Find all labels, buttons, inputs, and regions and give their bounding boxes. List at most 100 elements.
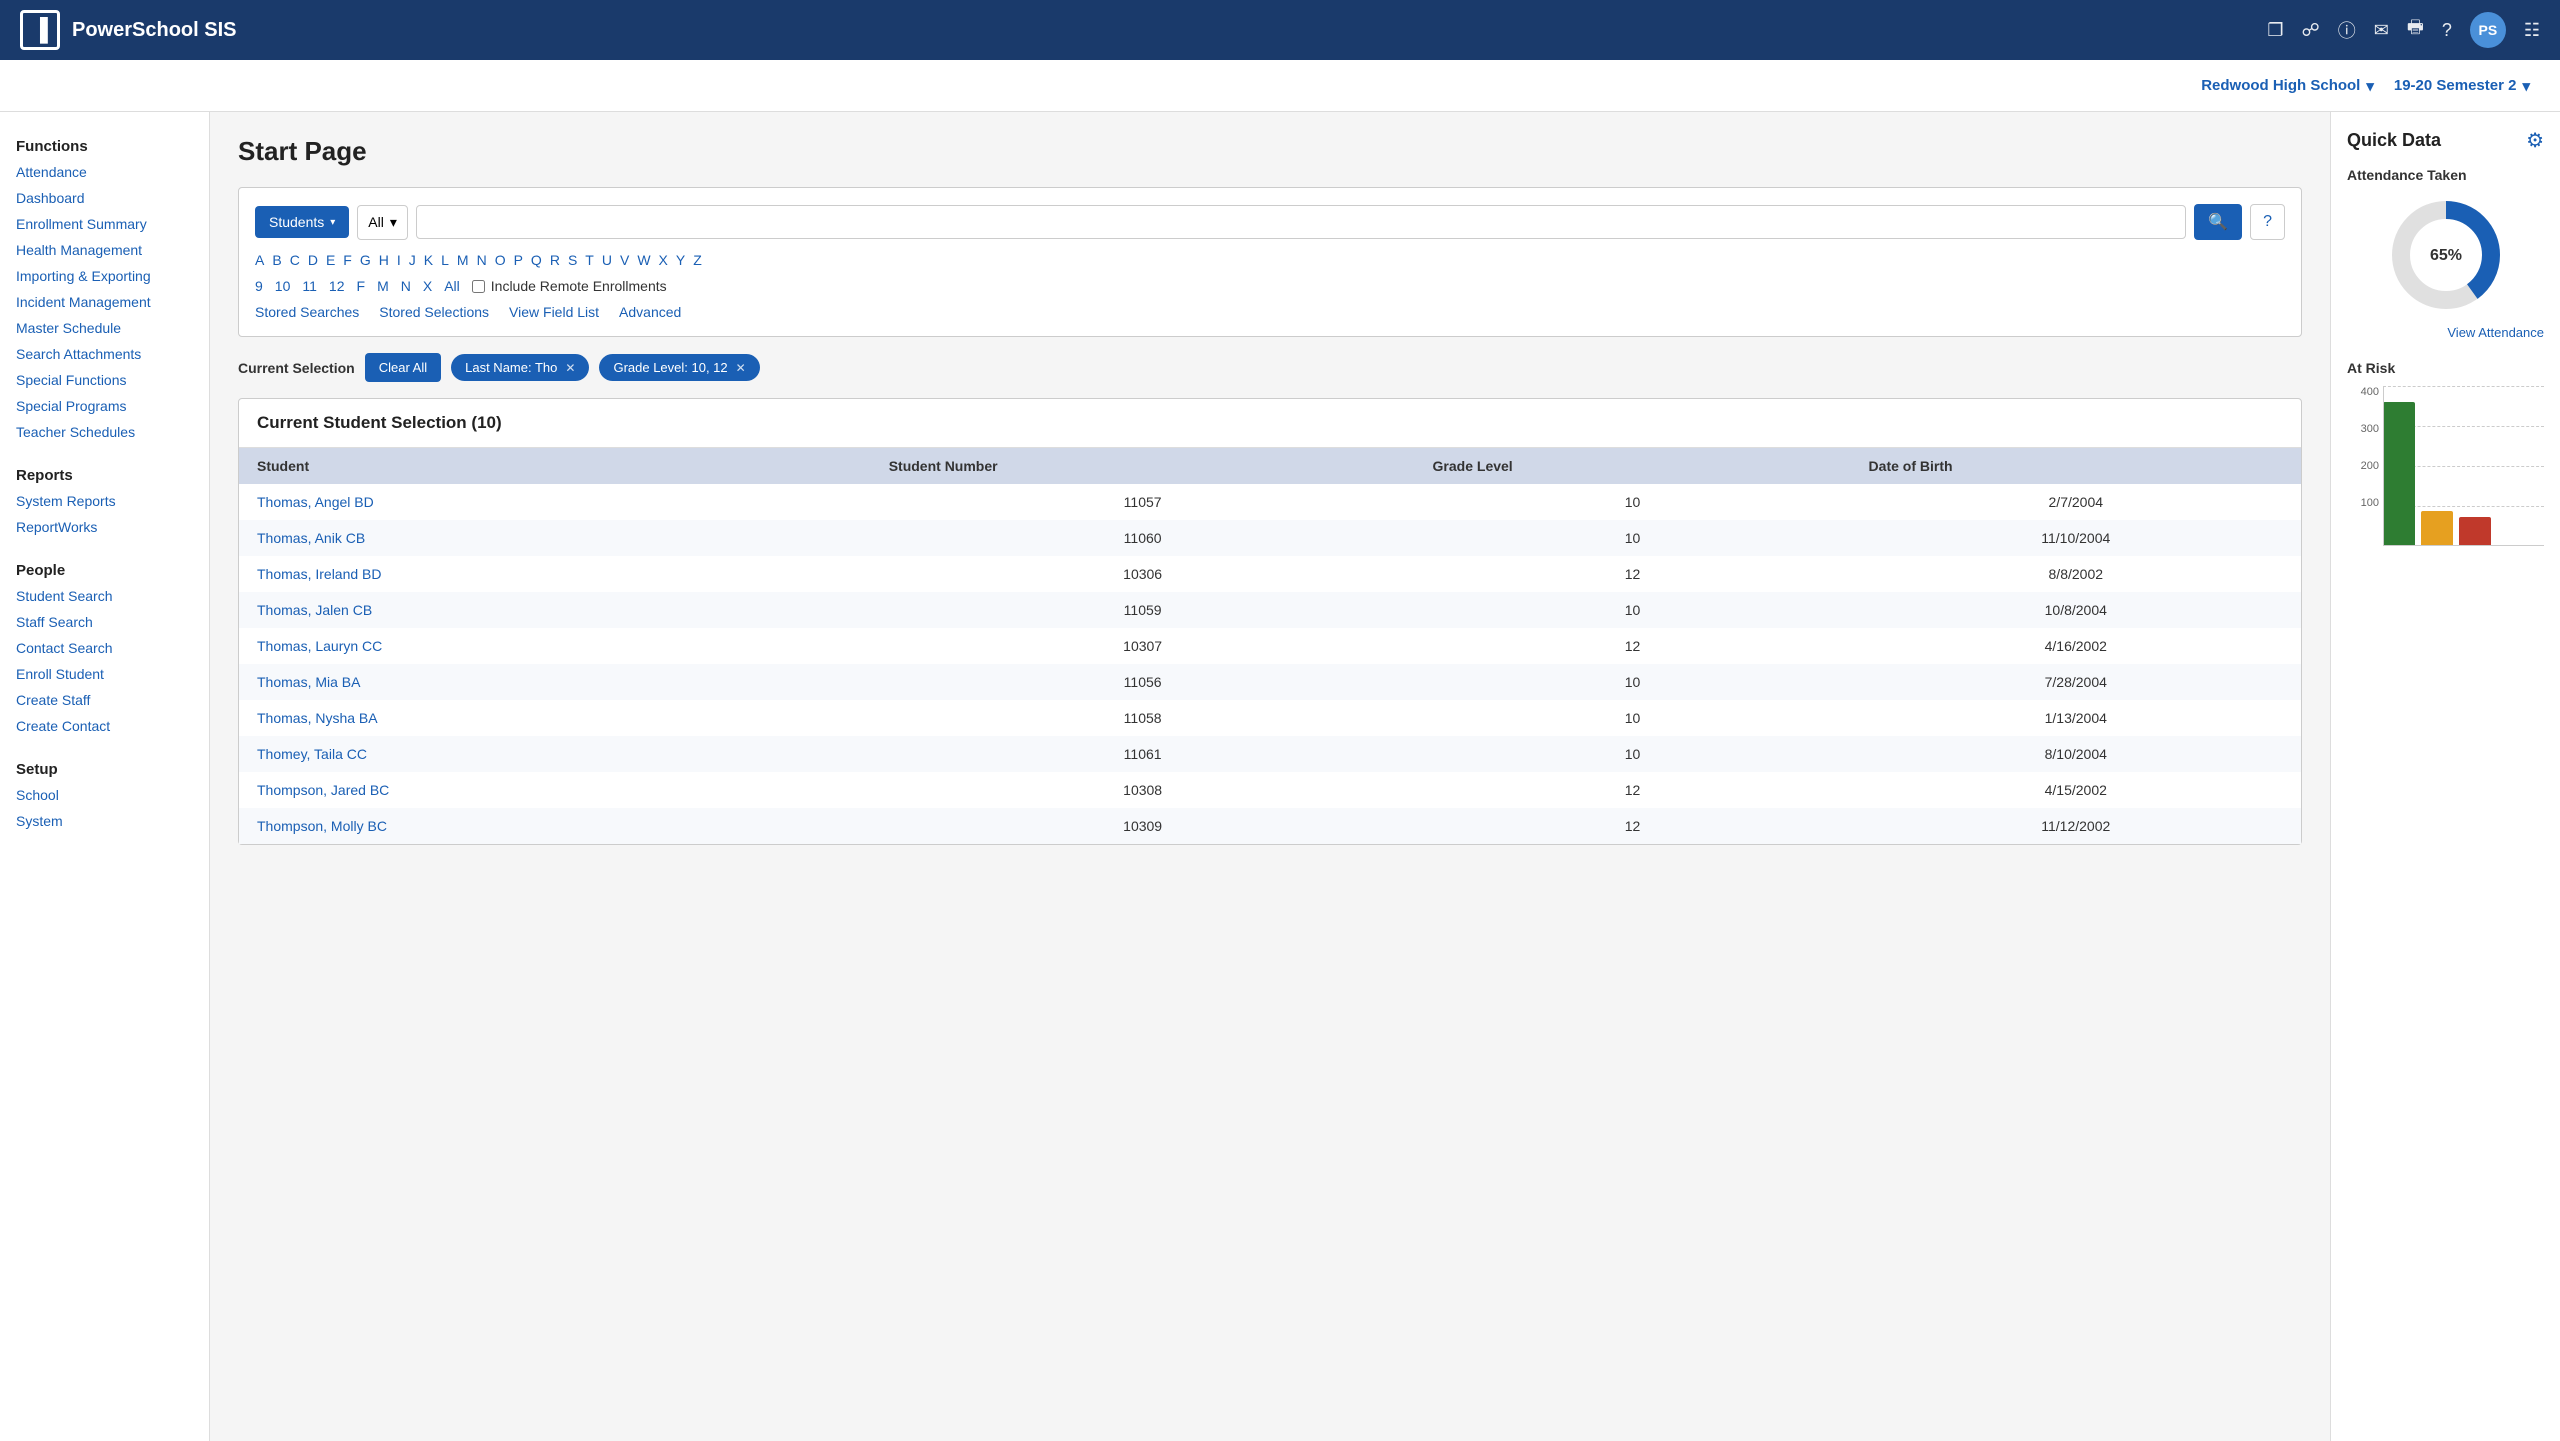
search-input[interactable] [416,205,2186,239]
student-name[interactable]: Thomas, Ireland BD [239,556,871,592]
grade-row: 9 10 11 12 F M N X All Include Remote En… [255,278,2285,294]
grade-select[interactable]: All ▾ [357,205,408,240]
alpha-R[interactable]: R [550,252,560,268]
alpha-E[interactable]: E [326,252,335,268]
sidebar-item-special-functions[interactable]: Special Functions [0,367,209,393]
sidebar-item-attendance[interactable]: Attendance [0,159,209,185]
alpha-O[interactable]: O [495,252,506,268]
remote-enrollment-input[interactable] [472,280,485,293]
clear-all-button[interactable]: Clear All [365,353,441,382]
alpha-row: A B C D E F G H I J K L M N O P Q R S T [255,252,2285,268]
grade-M[interactable]: M [377,278,389,294]
search-help-button[interactable]: ? [2250,204,2285,240]
alpha-Q[interactable]: Q [531,252,542,268]
sidebar-item-master-schedule[interactable]: Master Schedule [0,315,209,341]
sidebar-item-enrollment-summary[interactable]: Enrollment Summary [0,211,209,237]
sidebar-item-teacher-schedules[interactable]: Teacher Schedules [0,419,209,445]
sidebar-item-contact-search[interactable]: Contact Search [0,635,209,661]
print-icon[interactable]: 🖶 [2407,15,2424,45]
student-name[interactable]: Thomas, Angel BD [239,484,871,520]
sidebar-item-create-contact[interactable]: Create Contact [0,713,209,739]
grade-12[interactable]: 12 [329,278,345,294]
alpha-L[interactable]: L [441,252,449,268]
alpha-M[interactable]: M [457,252,469,268]
student-name[interactable]: Thompson, Jared BC [239,772,871,808]
grade-9[interactable]: 9 [255,278,263,294]
alpha-Z[interactable]: Z [693,252,702,268]
alpha-H[interactable]: H [379,252,389,268]
help-icon[interactable]: ? [2442,20,2452,41]
sidebar-item-reportworks[interactable]: ReportWorks [0,514,209,540]
school-selector[interactable]: Redwood High School ▾ [2201,77,2374,95]
stored-selections-link[interactable]: Stored Selections [379,304,489,320]
alpha-I[interactable]: I [397,252,401,268]
student-grade: 12 [1415,628,1851,664]
alpha-G[interactable]: G [360,252,371,268]
search-button[interactable]: 🔍 [2194,204,2242,240]
sidebar-item-search-attachments[interactable]: Search Attachments [0,341,209,367]
semester-selector[interactable]: 19-20 Semester 2 ▾ [2394,77,2530,95]
sidebar-item-incident-management[interactable]: Incident Management [0,289,209,315]
student-grade: 10 [1415,592,1851,628]
alpha-U[interactable]: U [602,252,612,268]
sidebar-item-school[interactable]: School [0,782,209,808]
view-attendance-link[interactable]: View Attendance [2347,325,2544,340]
col-grade-level: Grade Level [1415,448,1851,484]
alpha-F[interactable]: F [343,252,352,268]
alpha-K[interactable]: K [424,252,433,268]
sidebar-item-special-programs[interactable]: Special Programs [0,393,209,419]
alpha-V[interactable]: V [620,252,629,268]
alpha-W[interactable]: W [637,252,650,268]
sidebar-item-create-staff[interactable]: Create Staff [0,687,209,713]
alpha-J[interactable]: J [409,252,416,268]
student-name[interactable]: Thomas, Nysha BA [239,700,871,736]
student-name[interactable]: Thomey, Taila CC [239,736,871,772]
remote-enrollment-checkbox[interactable]: Include Remote Enrollments [472,278,667,294]
col-student-number: Student Number [871,448,1415,484]
student-name[interactable]: Thompson, Molly BC [239,808,871,844]
filter-grade-remove[interactable]: ✕ [736,361,746,375]
grade-N[interactable]: N [401,278,411,294]
sidebar-item-health-management[interactable]: Health Management [0,237,209,263]
student-name[interactable]: Thomas, Anik CB [239,520,871,556]
student-name[interactable]: Thomas, Jalen CB [239,592,871,628]
grade-10[interactable]: 10 [275,278,291,294]
y-label-200: 200 [2347,460,2379,472]
grade-X[interactable]: X [423,278,432,294]
alpha-B[interactable]: B [272,252,281,268]
student-name[interactable]: Thomas, Mia BA [239,664,871,700]
avatar[interactable]: PS [2470,12,2506,48]
alpha-X[interactable]: X [659,252,668,268]
gear-icon[interactable]: ⚙ [2526,128,2544,153]
grid-icon[interactable]: ☷ [2524,20,2540,41]
grade-F[interactable]: F [357,278,366,294]
sidebar-item-enroll-student[interactable]: Enroll Student [0,661,209,687]
sidebar-item-importing-exporting[interactable]: Importing & Exporting [0,263,209,289]
mail-icon[interactable]: ✉ [2374,20,2389,41]
sidebar-item-system-reports[interactable]: System Reports [0,488,209,514]
alpha-P[interactable]: P [514,252,523,268]
grade-All[interactable]: All [444,278,460,294]
alpha-N[interactable]: N [477,252,487,268]
sidebar-item-student-search[interactable]: Student Search [0,583,209,609]
grade-11[interactable]: 11 [302,278,317,294]
view-field-list-link[interactable]: View Field List [509,304,599,320]
translate-icon[interactable]: ☍ [2302,20,2320,41]
info-icon[interactable]: ⓘ [2338,17,2356,43]
alpha-T[interactable]: T [585,252,594,268]
edit-icon[interactable]: ❐ [2267,20,2283,41]
alpha-A[interactable]: A [255,252,264,268]
student-name[interactable]: Thomas, Lauryn CC [239,628,871,664]
alpha-C[interactable]: C [290,252,300,268]
sidebar-item-staff-search[interactable]: Staff Search [0,609,209,635]
sidebar-item-system[interactable]: System [0,808,209,834]
search-type-button[interactable]: Students ▾ [255,206,349,238]
alpha-S[interactable]: S [568,252,577,268]
alpha-D[interactable]: D [308,252,318,268]
sidebar-item-dashboard[interactable]: Dashboard [0,185,209,211]
alpha-Y[interactable]: Y [676,252,685,268]
filter-lastname-remove[interactable]: ✕ [565,361,575,375]
bar-container [2383,386,2544,546]
stored-searches-link[interactable]: Stored Searches [255,304,359,320]
advanced-link[interactable]: Advanced [619,304,681,320]
